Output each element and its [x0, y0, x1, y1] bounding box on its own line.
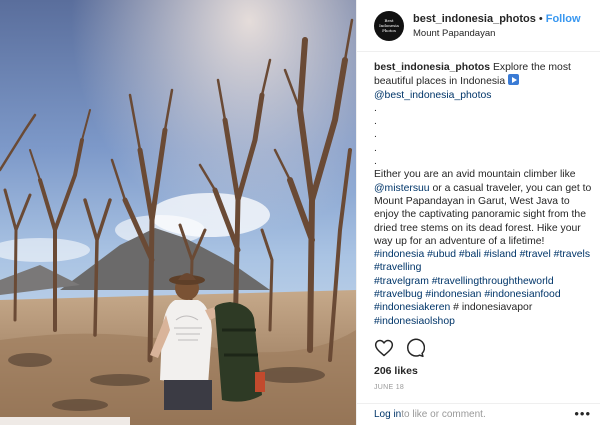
hashtag-indonesiakeren[interactable]: #indonesiakeren [374, 302, 450, 313]
play-button-emoji-icon [508, 74, 520, 86]
username-link[interactable]: best_indonesia_photos [413, 13, 536, 25]
heart-icon[interactable] [374, 338, 394, 358]
avatar-text-line-3: Photos [382, 28, 396, 33]
caption-intro: best_indonesia_photos Explore the most b… [374, 61, 592, 89]
dead-forest-photo [0, 0, 356, 425]
post-photo[interactable] [0, 0, 356, 425]
post-caption: best_indonesia_photos Explore the most b… [374, 61, 592, 328]
mention-link-best-indonesia-photos[interactable]: @best_indonesia_photos [374, 90, 491, 101]
hashtags-line-1[interactable]: #indonesia #ubud #bali #island #travel #… [374, 248, 592, 261]
header-separator: • [538, 12, 543, 25]
caption-dot-3: . [374, 129, 377, 141]
post-date[interactable]: JUNE 18 [374, 384, 404, 391]
mention-link-mistersuu[interactable]: @mistersuu [374, 183, 430, 194]
login-link[interactable]: Log in [374, 409, 401, 420]
like-count[interactable]: 206 likes [374, 365, 418, 377]
photo-tag-strip [0, 417, 130, 425]
avatar[interactable]: Best Indonesia Photos [374, 10, 404, 41]
follow-button[interactable]: Follow [546, 13, 581, 25]
caption-body: Either you are an avid mountain climber … [374, 168, 592, 248]
more-options-icon[interactable]: ••• [574, 407, 591, 420]
header-user-row: best_indonesia_photos • Follow [413, 13, 581, 25]
caption-dot-5: . [374, 156, 377, 168]
hashtag-indonesiavapor-text: # indonesiavapor [450, 302, 533, 314]
comment-bubble-icon[interactable] [405, 338, 425, 358]
comment-bar: Log in to like or comment. ••• [357, 403, 600, 425]
hashtags-line-2[interactable]: #travelling [374, 261, 592, 274]
hashtags-line-6[interactable]: #indonesiaolshop [374, 315, 592, 328]
instagram-post: Best Indonesia Photos best_indonesia_pho… [0, 0, 600, 425]
post-header: Best Indonesia Photos best_indonesia_pho… [357, 0, 600, 52]
header-text: best_indonesia_photos • Follow Mount Pap… [413, 13, 581, 39]
caption-body-start: Either you are an avid mountain climber … [374, 169, 576, 181]
post-actions [374, 338, 425, 358]
location-link[interactable]: Mount Papandayan [413, 28, 581, 39]
hashtags-line-4[interactable]: #travelbug #indonesian #indonesianfood [374, 288, 592, 301]
caption-mention-line: @best_indonesia_photos [374, 89, 592, 102]
caption-dot-4: . [374, 142, 377, 154]
hashtags-line-5: #indonesiakeren # indonesiavapor [374, 301, 592, 314]
post-side-panel: Best Indonesia Photos best_indonesia_pho… [356, 0, 600, 425]
caption-dot-2: . [374, 116, 377, 128]
caption-username-link[interactable]: best_indonesia_photos [374, 62, 490, 73]
comment-prompt: to like or comment. [401, 409, 486, 420]
caption-dot-1: . [374, 102, 377, 114]
hashtags-line-3[interactable]: #travelgram #travellingthroughtheworld [374, 275, 592, 288]
